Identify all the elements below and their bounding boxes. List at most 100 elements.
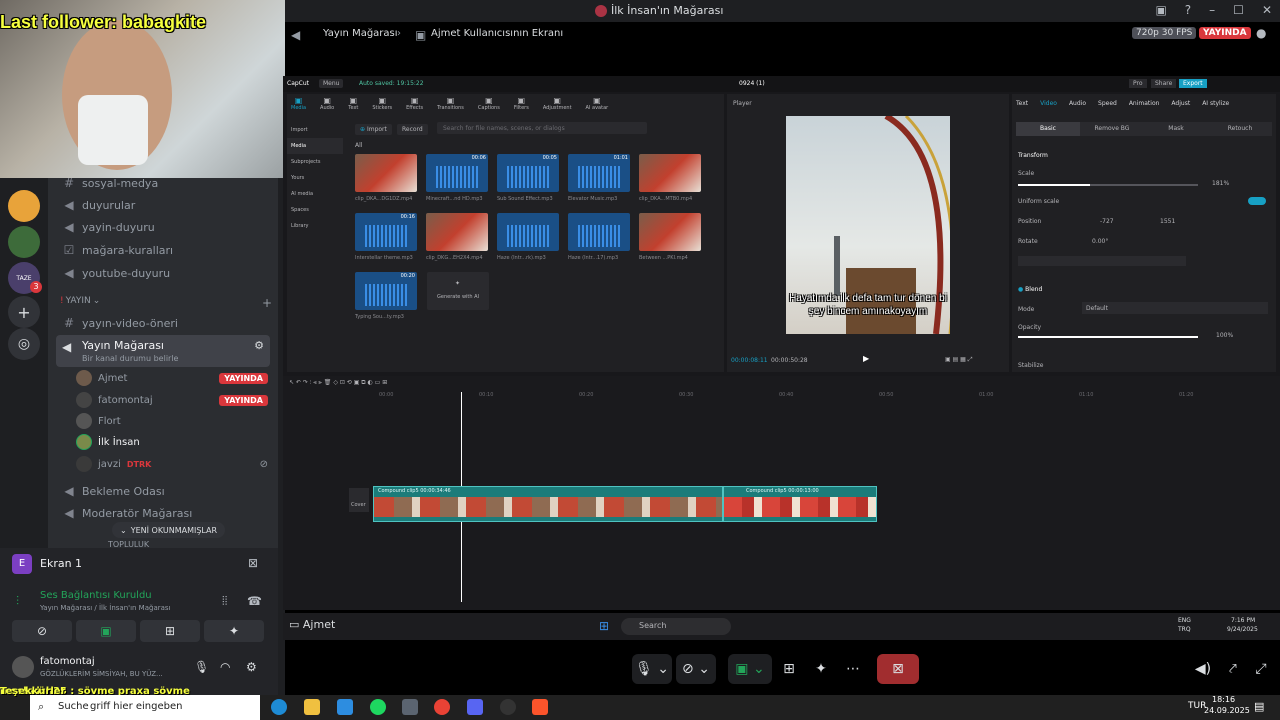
- all-filter[interactable]: All: [355, 142, 362, 149]
- import-button[interactable]: ⊕ Import: [355, 124, 392, 135]
- generate-ai-tile[interactable]: ✦ Generate with AI: [427, 272, 489, 310]
- property-tab-text[interactable]: Text: [1016, 100, 1028, 107]
- property-tab-adjust[interactable]: Adjust: [1171, 100, 1190, 107]
- clock-date[interactable]: 24.09.2025: [1204, 706, 1250, 715]
- property-tab-animation[interactable]: Animation: [1129, 100, 1160, 107]
- obs-icon[interactable]: [500, 699, 516, 715]
- voice-user-ilk-insan[interactable]: İlk İnsan: [76, 432, 268, 452]
- property-tab-video[interactable]: Video: [1040, 100, 1057, 107]
- transform-heading[interactable]: Transform: [1018, 152, 1048, 159]
- camera-toggle[interactable]: ⊘ ⌄: [676, 654, 716, 684]
- category-yayin[interactable]: ! YAYIN ⌄ +: [60, 296, 272, 310]
- active-voice-channel[interactable]: ◀ Yayın Mağarası Bir kanal durumu belirl…: [56, 335, 270, 367]
- mode-select[interactable]: Default: [1082, 302, 1268, 314]
- tool-tab-ai-avatar[interactable]: ▣ AI avatar: [586, 94, 609, 116]
- tool-tab-captions[interactable]: ▣ Captions: [478, 94, 500, 116]
- record-button[interactable]: Record: [397, 124, 428, 135]
- popout-icon[interactable]: ⤤: [1222, 654, 1244, 684]
- add-channel-icon[interactable]: +: [262, 296, 272, 310]
- brave-icon[interactable]: [532, 699, 548, 715]
- side-item-spaces[interactable]: Spaces: [287, 202, 343, 218]
- file-explorer-icon[interactable]: [304, 699, 320, 715]
- alignment-buttons[interactable]: [1018, 256, 1186, 266]
- tool-tab-filters[interactable]: ▣ Filters: [514, 94, 529, 116]
- screen-share-toggle[interactable]: ▣ ⌄: [728, 654, 772, 684]
- subtab-retouch[interactable]: Retouch: [1208, 122, 1272, 136]
- opacity-slider[interactable]: [1018, 336, 1198, 338]
- position-x[interactable]: -727: [1100, 218, 1114, 225]
- uniform-scale-toggle[interactable]: [1248, 197, 1266, 205]
- store-icon[interactable]: [337, 699, 353, 715]
- media-item[interactable]: 00:16 Interstellar theme.mp3: [355, 213, 417, 261]
- cover-button[interactable]: Cover: [349, 488, 369, 512]
- channel-yayin-video-oneri[interactable]: # yayın-video-öneri: [56, 312, 270, 334]
- media-item[interactable]: 00:05 Sub Sound Effect.mp3: [497, 154, 559, 202]
- media-item[interactable]: 01:01 Elevator Music.mp3: [568, 154, 630, 202]
- side-item-yours[interactable]: Yours: [287, 170, 343, 186]
- menu-button[interactable]: Menu: [319, 79, 344, 88]
- maximize-button[interactable]: ☐: [1233, 3, 1244, 17]
- settings-icon[interactable]: ⚙: [246, 660, 257, 674]
- share-button[interactable]: Share: [1151, 79, 1177, 88]
- media-item[interactable]: 00:20 Typing Sou...ty.mp3: [355, 272, 417, 320]
- clock-time[interactable]: 18:16: [1212, 695, 1235, 704]
- tool-tab-effects[interactable]: ▣ Effects: [406, 94, 423, 116]
- notification-icon[interactable]: ▤: [1254, 700, 1264, 713]
- mic-icon[interactable]: 🎙: [194, 660, 209, 674]
- chrome-icon[interactable]: [434, 699, 450, 715]
- more-icon[interactable]: ⋯: [840, 654, 866, 684]
- property-tab-ai-stylize[interactable]: AI stylize: [1202, 100, 1229, 107]
- noise-icon[interactable]: ⦙⦙: [222, 594, 227, 609]
- side-item-subprojects[interactable]: Subprojects: [287, 154, 343, 170]
- stabilize-option[interactable]: Stabilize: [1018, 362, 1044, 369]
- tool-tab-adjustment[interactable]: ▣ Adjustment: [543, 94, 572, 116]
- scale-value[interactable]: 181%: [1212, 180, 1229, 187]
- tool-tab-media[interactable]: ▣ Media: [291, 94, 306, 116]
- property-tab-audio[interactable]: Audio: [1069, 100, 1086, 107]
- timeline-clip-2[interactable]: Compound clip5 00:00:13:00: [723, 486, 877, 522]
- player-tools[interactable]: ▣ ▤ ▦ ⤢: [945, 356, 973, 364]
- voice-user-flort[interactable]: Flort: [76, 411, 268, 431]
- play-button[interactable]: ▶: [863, 354, 869, 363]
- channel-youtube-duyuru[interactable]: ◀ youtube-duyuru: [56, 262, 270, 284]
- rotate-value[interactable]: 0.00°: [1092, 238, 1108, 245]
- media-item[interactable]: clip_DKG...EH2X4.mp4: [426, 213, 488, 261]
- subtab-basic[interactable]: Basic: [1016, 122, 1080, 136]
- subtab-remove-bg[interactable]: Remove BG: [1080, 122, 1144, 136]
- volume-icon[interactable]: ◀): [1192, 654, 1214, 684]
- position-y[interactable]: 1551: [1160, 218, 1175, 225]
- close-button[interactable]: ✕: [1262, 3, 1272, 17]
- video-preview[interactable]: Hayatımda ilk defa tam tur dönen bi şey …: [786, 116, 950, 334]
- discord-icon[interactable]: [467, 699, 483, 715]
- tool-tab-text[interactable]: ▣ Text: [348, 94, 358, 116]
- timeline-tools[interactable]: ↖ ↶ ↷ ⫶ ⫷ ⫸ 🗑 ◇ ⊡ ⟲ ▣ ⧉ ◐ ▭ ⊞: [289, 379, 387, 387]
- channel-yayin-duyuru[interactable]: ◀ yayin-duyuru: [56, 216, 270, 238]
- export-button[interactable]: Export: [1179, 79, 1207, 88]
- media-item[interactable]: clip_DKA...DG1DZ.mp4: [355, 154, 417, 202]
- voice-channel-moderator[interactable]: ◀ Moderatör Mağarası: [56, 502, 270, 524]
- soundboard-button[interactable]: ✦: [204, 620, 264, 642]
- close-screen-icon[interactable]: ⊠: [248, 556, 258, 570]
- channel-magara-kurallari[interactable]: ☑ mağara-kuralları: [56, 239, 270, 261]
- voice-user-ajmet[interactable]: Ajmet YAYINDA: [76, 368, 268, 388]
- tool-tab-transitions[interactable]: ▣ Transitions: [437, 94, 464, 116]
- minimize-button[interactable]: –: [1209, 3, 1215, 17]
- voice-channel-bekleme[interactable]: ◀ Bekleme Odası: [56, 480, 270, 502]
- add-server-icon[interactable]: +: [8, 296, 40, 328]
- channel-status[interactable]: Bir kanal durumu belirle: [82, 354, 178, 363]
- server-icon-1[interactable]: [8, 190, 40, 222]
- disconnect-icon[interactable]: ☎: [247, 594, 262, 608]
- user-avatar[interactable]: [12, 656, 34, 678]
- side-item-import[interactable]: Import: [287, 122, 343, 138]
- activity-icon[interactable]: ⊞: [776, 654, 802, 684]
- voice-user-javzi[interactable]: javzi DTRK ⊘: [76, 454, 268, 474]
- scale-slider[interactable]: [1018, 184, 1198, 186]
- search-input[interactable]: Search for file names, scenes, or dialog…: [437, 122, 647, 134]
- edge-icon[interactable]: [271, 699, 287, 715]
- media-item[interactable]: clip_DKA...MTB0.mp4: [639, 154, 701, 202]
- calculator-icon[interactable]: [402, 699, 418, 715]
- unread-pill[interactable]: ⌄ YENİ OKUNMAMIŞLAR: [112, 522, 226, 538]
- side-item-media[interactable]: Media: [287, 138, 343, 154]
- inbox-icon[interactable]: ▣: [1155, 3, 1166, 17]
- spotify-icon[interactable]: [370, 699, 386, 715]
